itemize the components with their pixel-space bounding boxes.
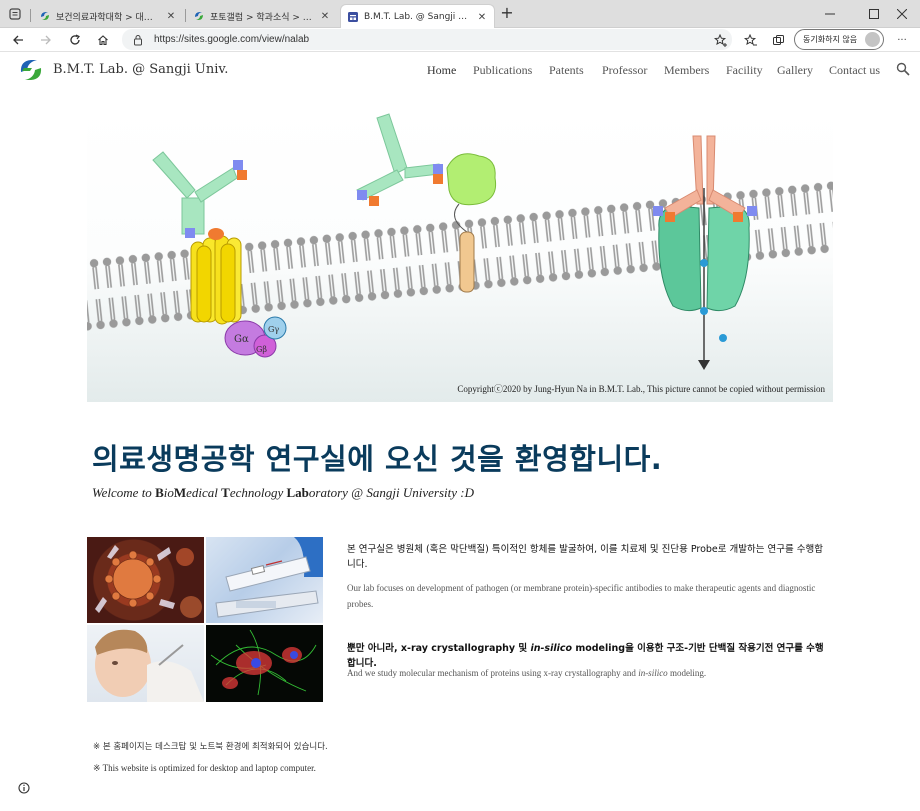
browser-toolbar: https://sites.google.com/view/nalab 동기화하… xyxy=(0,28,920,52)
sangji-favicon-icon xyxy=(195,12,203,20)
google-sites-favicon-icon xyxy=(348,12,358,22)
subtitle-bold: M xyxy=(173,485,187,500)
banner-image: Gα Gβ Gγ Copyrightⓒ2020 by Jung-Hyun Na … xyxy=(87,108,833,402)
lock-icon[interactable] xyxy=(132,34,144,46)
nav-contact-us[interactable]: Contact us xyxy=(829,63,880,78)
nav-home[interactable]: Home xyxy=(427,63,456,78)
tab-college[interactable]: 보건의료과학대학 > 대학 > 상지 ✕ xyxy=(33,4,183,28)
info-icon[interactable] xyxy=(18,782,30,794)
new-tab-button[interactable]: + xyxy=(498,5,516,23)
g-alpha-label: Gα xyxy=(234,334,249,345)
antibody-left xyxy=(152,151,247,238)
subtitle-bold: Lab xyxy=(286,485,309,500)
refresh-icon[interactable] xyxy=(65,30,85,50)
diagnostic-test-photo xyxy=(206,537,323,623)
structure-description-en: And we study molecular mechanism of prot… xyxy=(347,665,827,681)
close-window-icon[interactable] xyxy=(884,0,920,28)
nav-patents[interactable]: Patents xyxy=(549,63,584,78)
subtitle-text: io xyxy=(163,485,174,500)
tab-bmt-lab[interactable]: B.M.T. Lab. @ Sangji Univ. ✕ xyxy=(340,4,495,29)
g-protein: Gα Gβ Gγ xyxy=(224,316,287,358)
back-arrow-icon[interactable] xyxy=(8,30,28,50)
subtitle-text: oratory @ Sangji University :D xyxy=(308,485,474,500)
avatar xyxy=(865,32,880,47)
vaccination-photo xyxy=(87,625,204,702)
close-tab-icon[interactable]: ✕ xyxy=(165,11,177,22)
close-tab-icon[interactable]: ✕ xyxy=(319,11,331,22)
search-icon[interactable] xyxy=(896,62,910,76)
tab-title: 보건의료과학대학 > 대학 > 상지 xyxy=(56,12,161,23)
address-bar[interactable]: https://sites.google.com/view/nalab xyxy=(122,29,732,50)
structure-en-part: modeling. xyxy=(667,668,707,678)
page-subtitle: Welcome to BioMedical Technology Laborat… xyxy=(92,485,474,501)
browser-tab-strip: 보건의료과학대학 > 대학 > 상지 ✕ 포토갤럼 > 학과소식 > 상지대학 … xyxy=(0,0,920,29)
structure-ko-italic: in-silico xyxy=(530,643,573,654)
membrane-proteins-illustration: Gα Gβ Gγ xyxy=(87,113,833,370)
research-description-en: Our lab focuses on development of pathog… xyxy=(347,583,816,609)
home-icon[interactable] xyxy=(93,30,113,50)
gpcr-helices xyxy=(190,228,242,325)
structure-en-part: And we study molecular mechanism of prot… xyxy=(347,668,639,678)
optimization-note-en: ※ This website is optimized for desktop … xyxy=(93,763,316,773)
g-gamma-label: Gγ xyxy=(268,325,279,334)
research-photo-grid xyxy=(87,537,323,702)
sangji-logo-icon[interactable] xyxy=(18,57,44,83)
g-beta-label: Gβ xyxy=(256,345,267,354)
sangji-favicon-icon xyxy=(41,12,49,20)
tab-separator xyxy=(30,9,31,22)
nav-members[interactable]: Members xyxy=(664,63,709,78)
sync-label: 동기화하지 않음 xyxy=(803,35,858,44)
cell-microscopy-photo xyxy=(206,625,323,702)
subtitle-text: edical xyxy=(186,485,222,500)
optimization-note-ko: ※ 본 홈페이지는 데스크탑 및 노트북 환경에 최적화되어 있습니다. xyxy=(93,742,328,752)
tab-actions-icon[interactable] xyxy=(4,4,26,24)
subtitle-bold: T xyxy=(221,485,230,500)
subtitle-bold: B xyxy=(155,485,164,500)
virus-photo xyxy=(87,537,204,623)
nav-professor[interactable]: Professor xyxy=(602,63,647,78)
url-text[interactable]: https://sites.google.com/view/nalab xyxy=(154,34,309,45)
favorites-icon[interactable] xyxy=(740,30,760,50)
nav-publications[interactable]: Publications xyxy=(473,63,532,78)
subtitle-prefix: Welcome to xyxy=(92,485,156,500)
tab-title: B.M.T. Lab. @ Sangji Univ. xyxy=(364,12,472,22)
structure-en-italic: in-silico xyxy=(638,668,668,678)
nav-facility[interactable]: Facility xyxy=(726,63,763,78)
nav-gallery[interactable]: Gallery xyxy=(777,63,813,78)
site-title[interactable]: B.M.T. Lab. @ Sangji Univ. xyxy=(53,62,228,77)
research-description-ko: 본 연구실은 병원체 (혹은 막단백질) 특이적인 항체를 발굴하여, 이를 치… xyxy=(347,544,823,570)
more-menu-icon[interactable]: ··· xyxy=(892,30,912,50)
forward-arrow-icon[interactable] xyxy=(36,30,56,50)
site-header: B.M.T. Lab. @ Sangji Univ. Home Publicat… xyxy=(0,52,920,90)
page-title: 의료생명공학 연구실에 오신 것을 환영합니다. xyxy=(92,442,663,476)
structure-ko-part: 뿐만 아니라, x-ray crystallography 및 xyxy=(347,643,531,654)
tab-photo-gallery[interactable]: 포토갤럼 > 학과소식 > 상지대학 ✕ xyxy=(187,4,337,28)
close-tab-icon[interactable]: ✕ xyxy=(476,12,488,23)
tab-separator xyxy=(185,9,186,22)
banner-copyright: Copyrightⓒ2020 by Jung-Hyun Na in B.M.T.… xyxy=(457,384,825,394)
minimize-icon[interactable] xyxy=(812,0,848,28)
collections-icon[interactable] xyxy=(768,30,788,50)
subtitle-text: echnology xyxy=(229,485,287,500)
tab-title: 포토갤럼 > 학과소식 > 상지대학 xyxy=(210,12,315,23)
add-favorite-icon[interactable] xyxy=(710,30,730,50)
profile-sync-button[interactable]: 동기화하지 않음 xyxy=(794,29,884,50)
